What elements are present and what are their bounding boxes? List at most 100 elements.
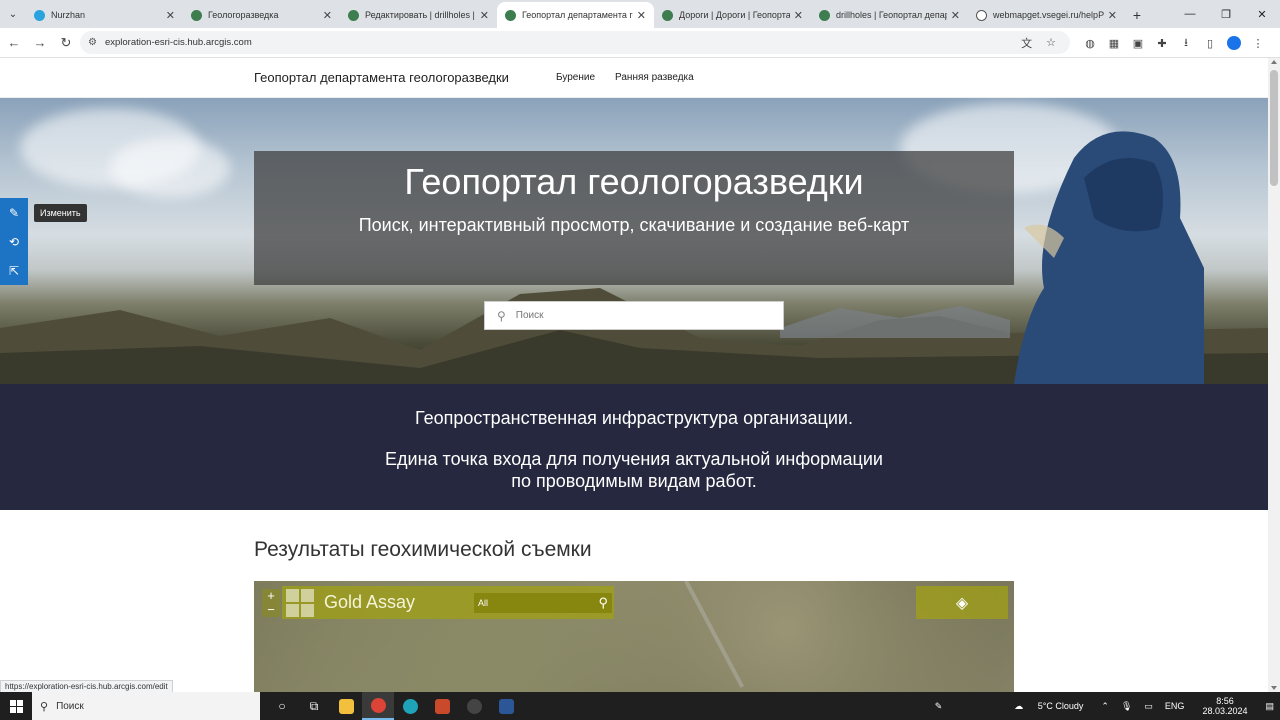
clock[interactable]: 8:56 28.03.2024: [1196, 696, 1253, 716]
notifications-icon[interactable]: ▤: [1265, 701, 1274, 712]
site-title[interactable]: Геопортал департамента геологоразведки: [254, 70, 509, 85]
network-icon[interactable]: ▭: [1144, 701, 1153, 712]
tab-close-icon[interactable]: ✕: [480, 9, 489, 22]
page-scrollbar[interactable]: [1268, 58, 1280, 692]
tab-close-icon[interactable]: ✕: [637, 9, 646, 22]
scroll-down-icon[interactable]: [1271, 686, 1277, 690]
search-icon[interactable]: ⚲: [598, 595, 608, 611]
back-icon[interactable]: ←: [2, 31, 26, 55]
task-view-icon[interactable]: ⧉: [298, 692, 330, 720]
tab-search-icon[interactable]: ⌄: [0, 0, 26, 28]
hero-title: Геопортал геологоразведки: [404, 161, 864, 202]
extension-icon[interactable]: ▣: [1126, 31, 1150, 55]
weather-widget[interactable]: ☁ 5°C Cloudy: [1008, 701, 1089, 712]
site-info-icon[interactable]: ⚙: [88, 37, 97, 48]
tab-close-icon[interactable]: ✕: [794, 9, 803, 22]
forward-icon[interactable]: →: [28, 31, 52, 55]
extension-icon[interactable]: ▦: [1102, 31, 1126, 55]
extension-icon[interactable]: ◍: [1078, 31, 1102, 55]
file-explorer-icon[interactable]: [330, 692, 362, 720]
scroll-up-icon[interactable]: [1271, 60, 1277, 64]
hiker-figure: [1014, 131, 1204, 384]
band-text-line: по проводимым видам работ.: [511, 471, 757, 491]
embedded-map[interactable]: + − Gold Assay All ⚲ ◈: [254, 581, 1014, 692]
arcgis-icon: [505, 9, 516, 21]
browser-tab[interactable]: webmapget.vsegei.ru/helpPage ✕: [968, 2, 1125, 28]
menu-dots-icon[interactable]: ⋮: [1246, 31, 1270, 55]
cortana-icon[interactable]: ○: [266, 692, 298, 720]
browser-tab-strip: ⌄ Nurzhan ✕ Геологоразведка ✕ Редактироват…: [0, 0, 1280, 28]
hero-card: Геопортал геологоразведки Поиск, интерак…: [254, 151, 1014, 285]
language-indicator[interactable]: ENG: [1165, 701, 1185, 711]
powerpoint-icon[interactable]: [426, 692, 458, 720]
edit-tooltip: Изменить: [34, 204, 87, 222]
zoom-out-button[interactable]: −: [262, 603, 280, 617]
grid-menu-icon[interactable]: [286, 588, 314, 617]
restore-icon[interactable]: ❐: [1208, 0, 1244, 28]
chevron-up-icon[interactable]: ⌃: [1101, 701, 1109, 712]
pen-icon[interactable]: ✎: [935, 701, 943, 712]
browser-tab[interactable]: drillholes | Геопортал департа ✕: [811, 2, 968, 28]
close-window-icon[interactable]: ✕: [1244, 0, 1280, 28]
map-header-bar: Gold Assay All ⚲: [282, 586, 614, 619]
address-bar[interactable]: ⚙ exploration-esri-cis.hub.arcgis.com 文 …: [80, 31, 1070, 54]
tab-label: Редактировать | drillholes | Ге: [365, 10, 476, 20]
browser-tab-active[interactable]: Геопортал департамента геол ✕: [497, 2, 654, 28]
new-tab-button[interactable]: +: [1125, 2, 1149, 28]
browser-tab[interactable]: Геологоразведка ✕: [183, 2, 340, 28]
arcgis-icon: [191, 9, 202, 21]
zoom-control: + −: [262, 589, 280, 617]
chrome-icon[interactable]: [362, 692, 394, 720]
globe-icon: [976, 9, 987, 21]
info-band: Геопространственная инфраструктура орган…: [0, 384, 1268, 510]
clock-time: 8:56: [1216, 696, 1234, 706]
clock-date: 28.03.2024: [1202, 706, 1248, 716]
tab-close-icon[interactable]: ✕: [166, 9, 175, 22]
arcgis-icon: [819, 9, 830, 21]
microphone-icon[interactable]: 🎙: [1121, 701, 1132, 712]
section-title: Результаты геохимической съемки: [254, 538, 592, 561]
nav-link-early-exploration[interactable]: Ранняя разведка: [615, 72, 694, 83]
search-icon: ⚲: [497, 308, 506, 323]
scroll-thumb[interactable]: [1270, 70, 1278, 186]
telegram-icon: [34, 9, 45, 21]
sidebar-icon[interactable]: ▯: [1198, 31, 1222, 55]
share-icon[interactable]: ⇱: [0, 256, 28, 285]
tab-label: Nurzhan: [51, 10, 86, 20]
zoom-in-button[interactable]: +: [262, 589, 280, 603]
profile-avatar[interactable]: [1227, 36, 1241, 50]
edge-icon[interactable]: [394, 692, 426, 720]
translate-icon[interactable]: 文: [1021, 35, 1032, 51]
app-icon[interactable]: [458, 692, 490, 720]
browser-tab[interactable]: Nurzhan ✕: [26, 2, 183, 28]
tab-close-icon[interactable]: ✕: [951, 9, 960, 22]
browser-tab[interactable]: Редактировать | drillholes | Ге ✕: [340, 2, 497, 28]
edit-pencil-icon[interactable]: ✎: [0, 198, 28, 227]
tab-label: Геопортал департамента геол: [522, 10, 633, 20]
reload-icon[interactable]: ↻: [54, 31, 78, 55]
tab-label: webmapget.vsegei.ru/helpPage: [993, 10, 1104, 20]
search-icon: ⚲: [40, 700, 49, 713]
start-button[interactable]: [0, 692, 32, 720]
band-text: Едина точка входа для получения актуальн…: [0, 448, 1268, 492]
taskbar-search[interactable]: ⚲ Поиск: [32, 692, 260, 720]
map-viewer-icon[interactable]: ⟲: [0, 227, 28, 256]
search-input[interactable]: [515, 310, 756, 321]
arcgis-icon: [662, 9, 673, 21]
browser-tab[interactable]: Дороги | Дороги | Геопортал д ✕: [654, 2, 811, 28]
tab-close-icon[interactable]: ✕: [323, 9, 332, 22]
browser-toolbar: ← → ↻ ⚙ exploration-esri-cis.hub.arcgis.…: [0, 28, 1280, 58]
word-icon[interactable]: [490, 692, 522, 720]
tab-label: Геологоразведка: [208, 10, 279, 20]
bookmark-star-icon[interactable]: ☆: [1046, 36, 1056, 49]
map-filter-box[interactable]: All ⚲: [474, 592, 612, 613]
download-icon[interactable]: ⭳: [1174, 31, 1198, 55]
hero-search-box[interactable]: ⚲: [484, 301, 784, 330]
minimize-icon[interactable]: —: [1172, 0, 1208, 28]
nav-link-drilling[interactable]: Бурение: [556, 72, 595, 83]
layers-icon[interactable]: ◈: [916, 586, 1008, 619]
system-tray: ✎ ☁ 5°C Cloudy ⌃ 🎙 ▭ ENG 8:56 28.03.2024 …: [929, 692, 1280, 720]
tab-close-icon[interactable]: ✕: [1108, 9, 1117, 22]
tab-label: Дороги | Дороги | Геопортал д: [679, 10, 790, 20]
puzzle-icon[interactable]: ✚: [1150, 31, 1174, 55]
